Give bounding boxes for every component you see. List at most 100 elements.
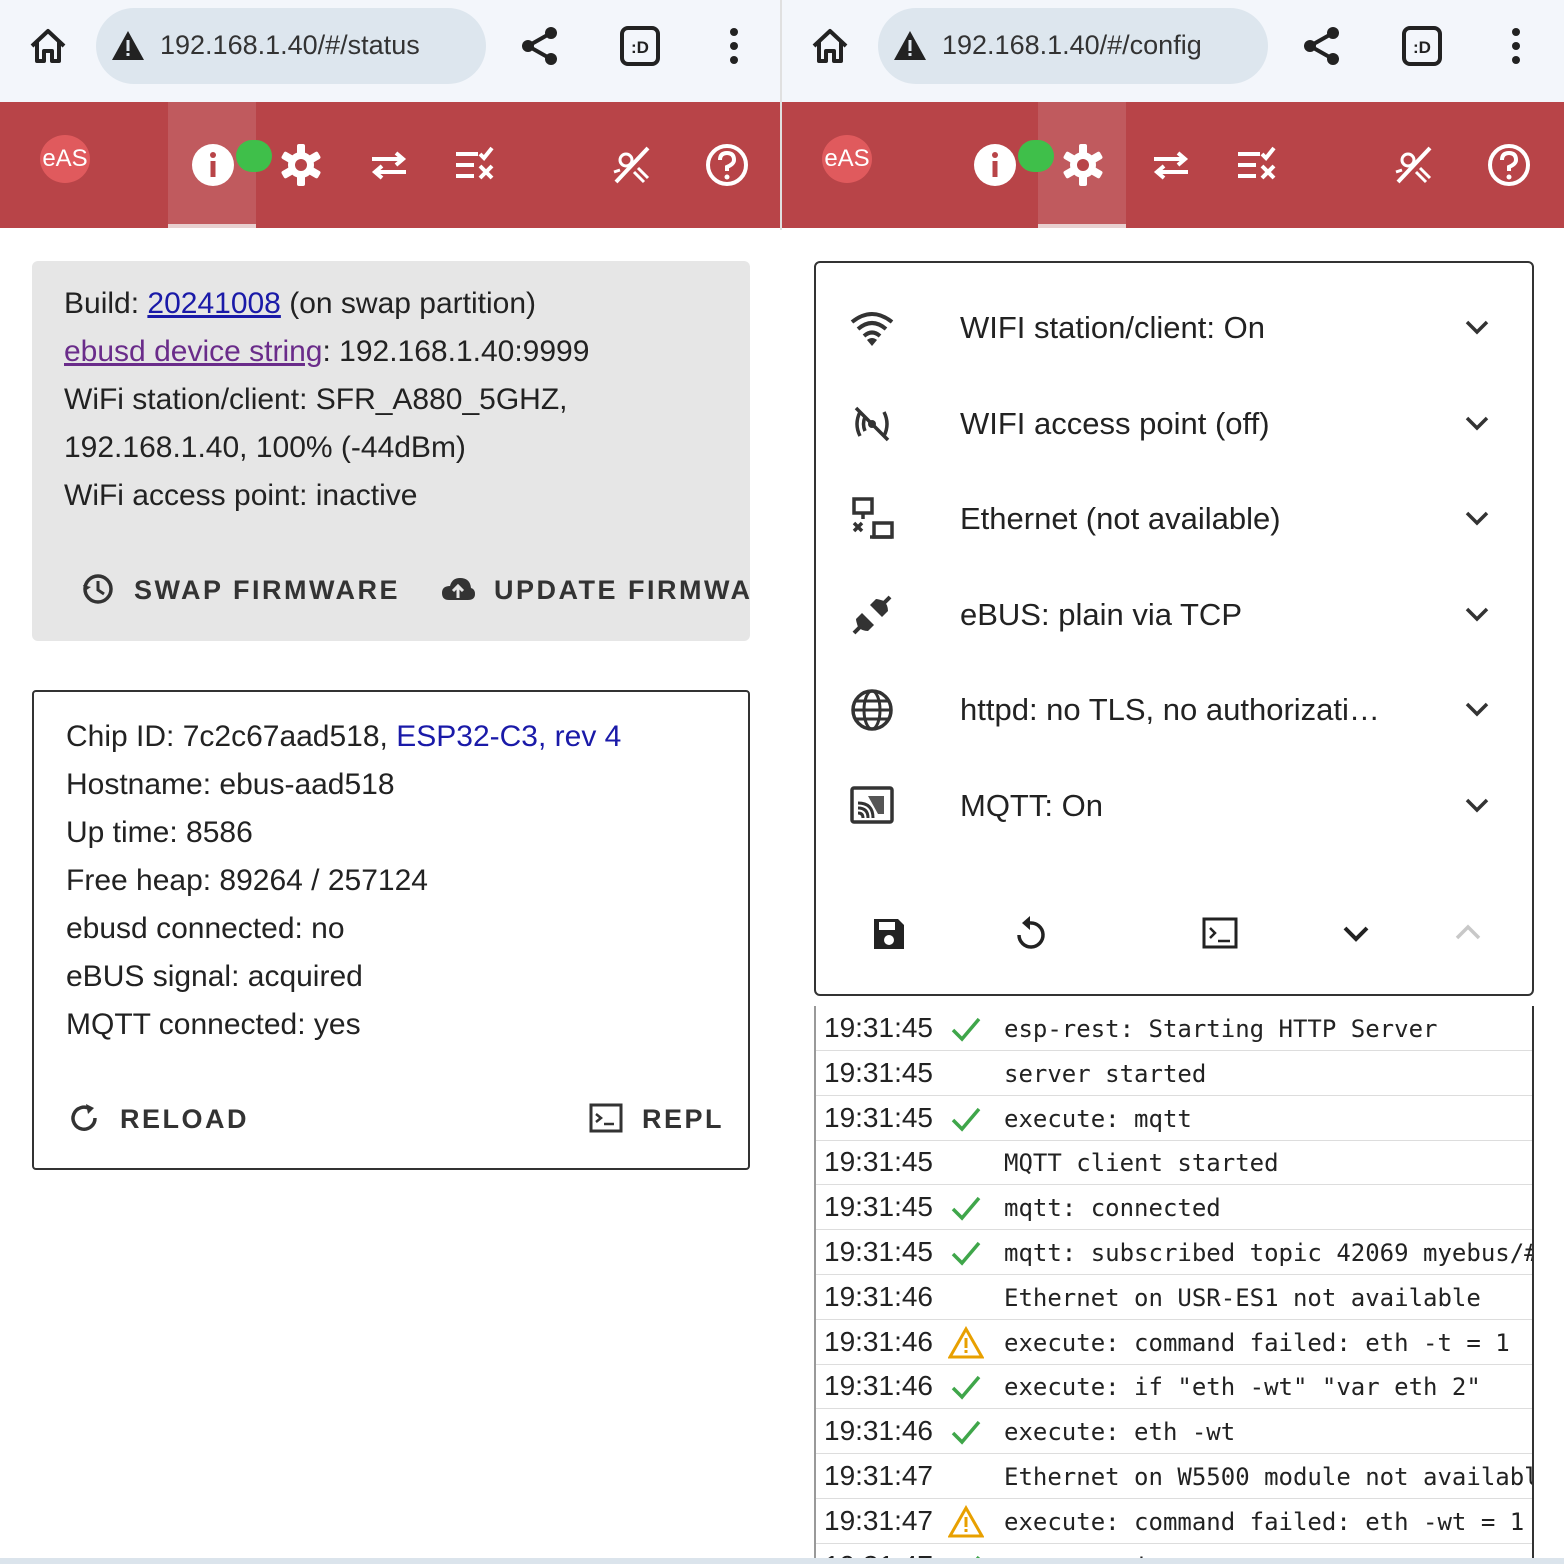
chevron-down-icon[interactable]	[1460, 788, 1494, 822]
heap-line: Free heap: 89264 / 257124	[66, 864, 428, 897]
device-string-value: : 192.168.1.40:9999	[322, 335, 590, 368]
app-logo[interactable]: eAS	[40, 135, 90, 183]
terminal-icon[interactable]	[1200, 913, 1240, 953]
save-icon[interactable]	[868, 913, 908, 953]
chevron-down-icon[interactable]	[1460, 597, 1494, 631]
log-row: 19:31:45 mqtt: connected	[816, 1185, 1532, 1231]
check-icon	[948, 1415, 984, 1449]
log-message: MQTT client started	[1004, 1149, 1279, 1178]
browser-bar: 192.168.1.40/#/status :D	[0, 0, 782, 102]
info-icon[interactable]	[190, 142, 236, 188]
config-row-label: eBUS: plain via TCP	[960, 597, 1242, 632]
device-string-line: ebusd device string: 192.168.1.40:9999	[64, 335, 589, 369]
warning-icon	[947, 1504, 985, 1539]
app-logo[interactable]: eAS	[822, 135, 872, 183]
log-row: 19:31:45 MQTT client started	[816, 1140, 1532, 1186]
log-time: 19:31:46	[824, 1370, 933, 1402]
build-link[interactable]: 20241008	[147, 287, 280, 320]
transfer-icon[interactable]	[1148, 142, 1194, 188]
restore-icon	[83, 574, 113, 604]
build-line: Build: 20241008 (on swap partition)	[64, 287, 536, 321]
help-icon[interactable]	[1486, 142, 1532, 188]
tab-switcher-icon[interactable]: :D	[616, 22, 664, 70]
log-message: execute: mqtt	[1004, 1104, 1192, 1133]
build-suffix: (on swap partition)	[280, 287, 536, 320]
address-bar[interactable]: 192.168.1.40/#/status	[96, 8, 486, 84]
refresh-icon	[71, 1104, 97, 1131]
gear-icon[interactable]	[1060, 142, 1106, 188]
log-time: 19:31:45	[824, 1146, 933, 1178]
chevron-down-icon[interactable]	[1460, 310, 1494, 344]
chevron-down-icon[interactable]	[1460, 501, 1494, 535]
check-icon	[948, 1102, 984, 1136]
menu-icon[interactable]	[710, 22, 758, 70]
transfer-icon[interactable]	[366, 142, 412, 188]
chip-model-link[interactable]: ESP32-C3, rev 4	[396, 720, 621, 753]
config-row-wifi-station[interactable]: WIFI station/client: On	[816, 280, 1532, 376]
chevron-down-icon[interactable]	[1460, 692, 1494, 726]
sensor-off-icon[interactable]	[1390, 142, 1436, 188]
connection-status-dot	[1018, 140, 1054, 172]
log-row: 19:31:45 esp-rest: Starting HTTP Server	[816, 1006, 1532, 1051]
config-row-httpd[interactable]: httpd: no TLS, no authorizati…	[816, 662, 1532, 758]
chevron-down-icon[interactable]	[1460, 406, 1494, 440]
check-icon	[948, 1370, 984, 1404]
log-row: 19:31:46 execute: if "eth -wt" "var eth 2…	[816, 1364, 1532, 1410]
log-message: execute: command failed: eth -t = 1	[1004, 1328, 1510, 1357]
config-row-mqtt[interactable]: MQTT: On	[816, 758, 1532, 854]
address-bar-right[interactable]: 192.168.1.40/#/config	[878, 8, 1268, 84]
warning-icon[interactable]	[892, 28, 928, 64]
log-message: mqtt: connected	[1004, 1194, 1221, 1223]
gear-icon[interactable]	[278, 142, 324, 188]
ap-line: WiFi access point: inactive	[64, 479, 418, 512]
home-icon[interactable]	[24, 22, 72, 70]
log-row: 19:31:45 execute: mqtt	[816, 1096, 1532, 1141]
list-clear-icon[interactable]	[452, 142, 498, 188]
menu-icon[interactable]	[1492, 22, 1540, 70]
config-row-wifi-ap[interactable]: WIFI access point (off)	[816, 376, 1532, 472]
log-time: 19:31:45	[824, 1056, 933, 1088]
log-time: 19:31:45	[824, 1101, 933, 1133]
home-icon[interactable]	[806, 22, 854, 70]
chevron-up-icon[interactable]	[1448, 913, 1488, 953]
chip-id: Chip ID: 7c2c67aad518,	[66, 720, 397, 753]
uptime-line: Up time: 8586	[66, 816, 253, 849]
log-message: mqtt: subscribed topic 42069 myebus/#	[1004, 1239, 1534, 1267]
tab-switcher-icon[interactable]: :D	[1398, 22, 1446, 70]
ebusd-connected-line: ebusd connected: no	[66, 912, 345, 945]
help-icon[interactable]	[704, 142, 750, 188]
config-row-label: Ethernet (not available)	[960, 501, 1281, 536]
share-icon[interactable]	[516, 22, 564, 70]
terminal-icon	[589, 1103, 623, 1133]
chevron-down-icon[interactable]	[1336, 913, 1376, 953]
mqtt-connected-line: MQTT connected: yes	[66, 1008, 361, 1041]
log-row: 19:31:47 execute: command failed: eth -wt…	[816, 1499, 1532, 1544]
status-pane: 192.168.1.40/#/status :D eAS Build: 2024…	[0, 0, 782, 1564]
config-row-ebus[interactable]: eBUS: plain via TCP	[816, 567, 1532, 663]
config-pane: 192.168.1.40/#/config :D eAS WIFI statio…	[782, 0, 1564, 1564]
list-clear-icon[interactable]	[1234, 142, 1280, 188]
reload-label: RELOAD	[120, 1104, 249, 1134]
build-card: Build: 20241008 (on swap partition) ebus…	[32, 261, 750, 641]
log-time: 19:31:47	[824, 1504, 933, 1536]
warning-icon[interactable]	[110, 28, 146, 64]
config-row-ethernet[interactable]: Ethernet (not available)	[816, 471, 1532, 567]
log-row: 19:31:46 Ethernet on USR-ES1 not availabl…	[816, 1275, 1532, 1320]
wifi-line-1: WiFi station/client: SFR_A880_5GHZ,	[64, 383, 568, 416]
info-icon[interactable]	[972, 142, 1018, 188]
device-string-link[interactable]: ebusd device string	[64, 335, 323, 368]
app-toolbar-right: eAS	[782, 102, 1564, 228]
restore-icon[interactable]	[1010, 913, 1050, 953]
chip-id-line: Chip ID: 7c2c67aad518, ESP32-C3, rev 4	[66, 720, 621, 754]
update-firmware-label: UPDATE FIRMWARE	[494, 575, 750, 605]
sensor-off-icon[interactable]	[608, 142, 654, 188]
check-icon	[948, 1191, 984, 1225]
url-text: 192.168.1.40/#/status	[160, 30, 420, 60]
share-icon[interactable]	[1298, 22, 1346, 70]
system-info-card: Chip ID: 7c2c67aad518, ESP32-C3, rev 4 H…	[32, 690, 750, 1170]
log-time: 19:31:46	[824, 1415, 933, 1447]
log-row: 19:31:46 execute: command failed: eth -t …	[816, 1320, 1532, 1365]
log-list[interactable]: 19:31:45 esp-rest: Starting HTTP Server 19…	[814, 1006, 1534, 1564]
log-time: 19:31:46	[824, 1325, 933, 1357]
config-panel: WIFI station/client: On WIFI access poin…	[814, 261, 1534, 996]
